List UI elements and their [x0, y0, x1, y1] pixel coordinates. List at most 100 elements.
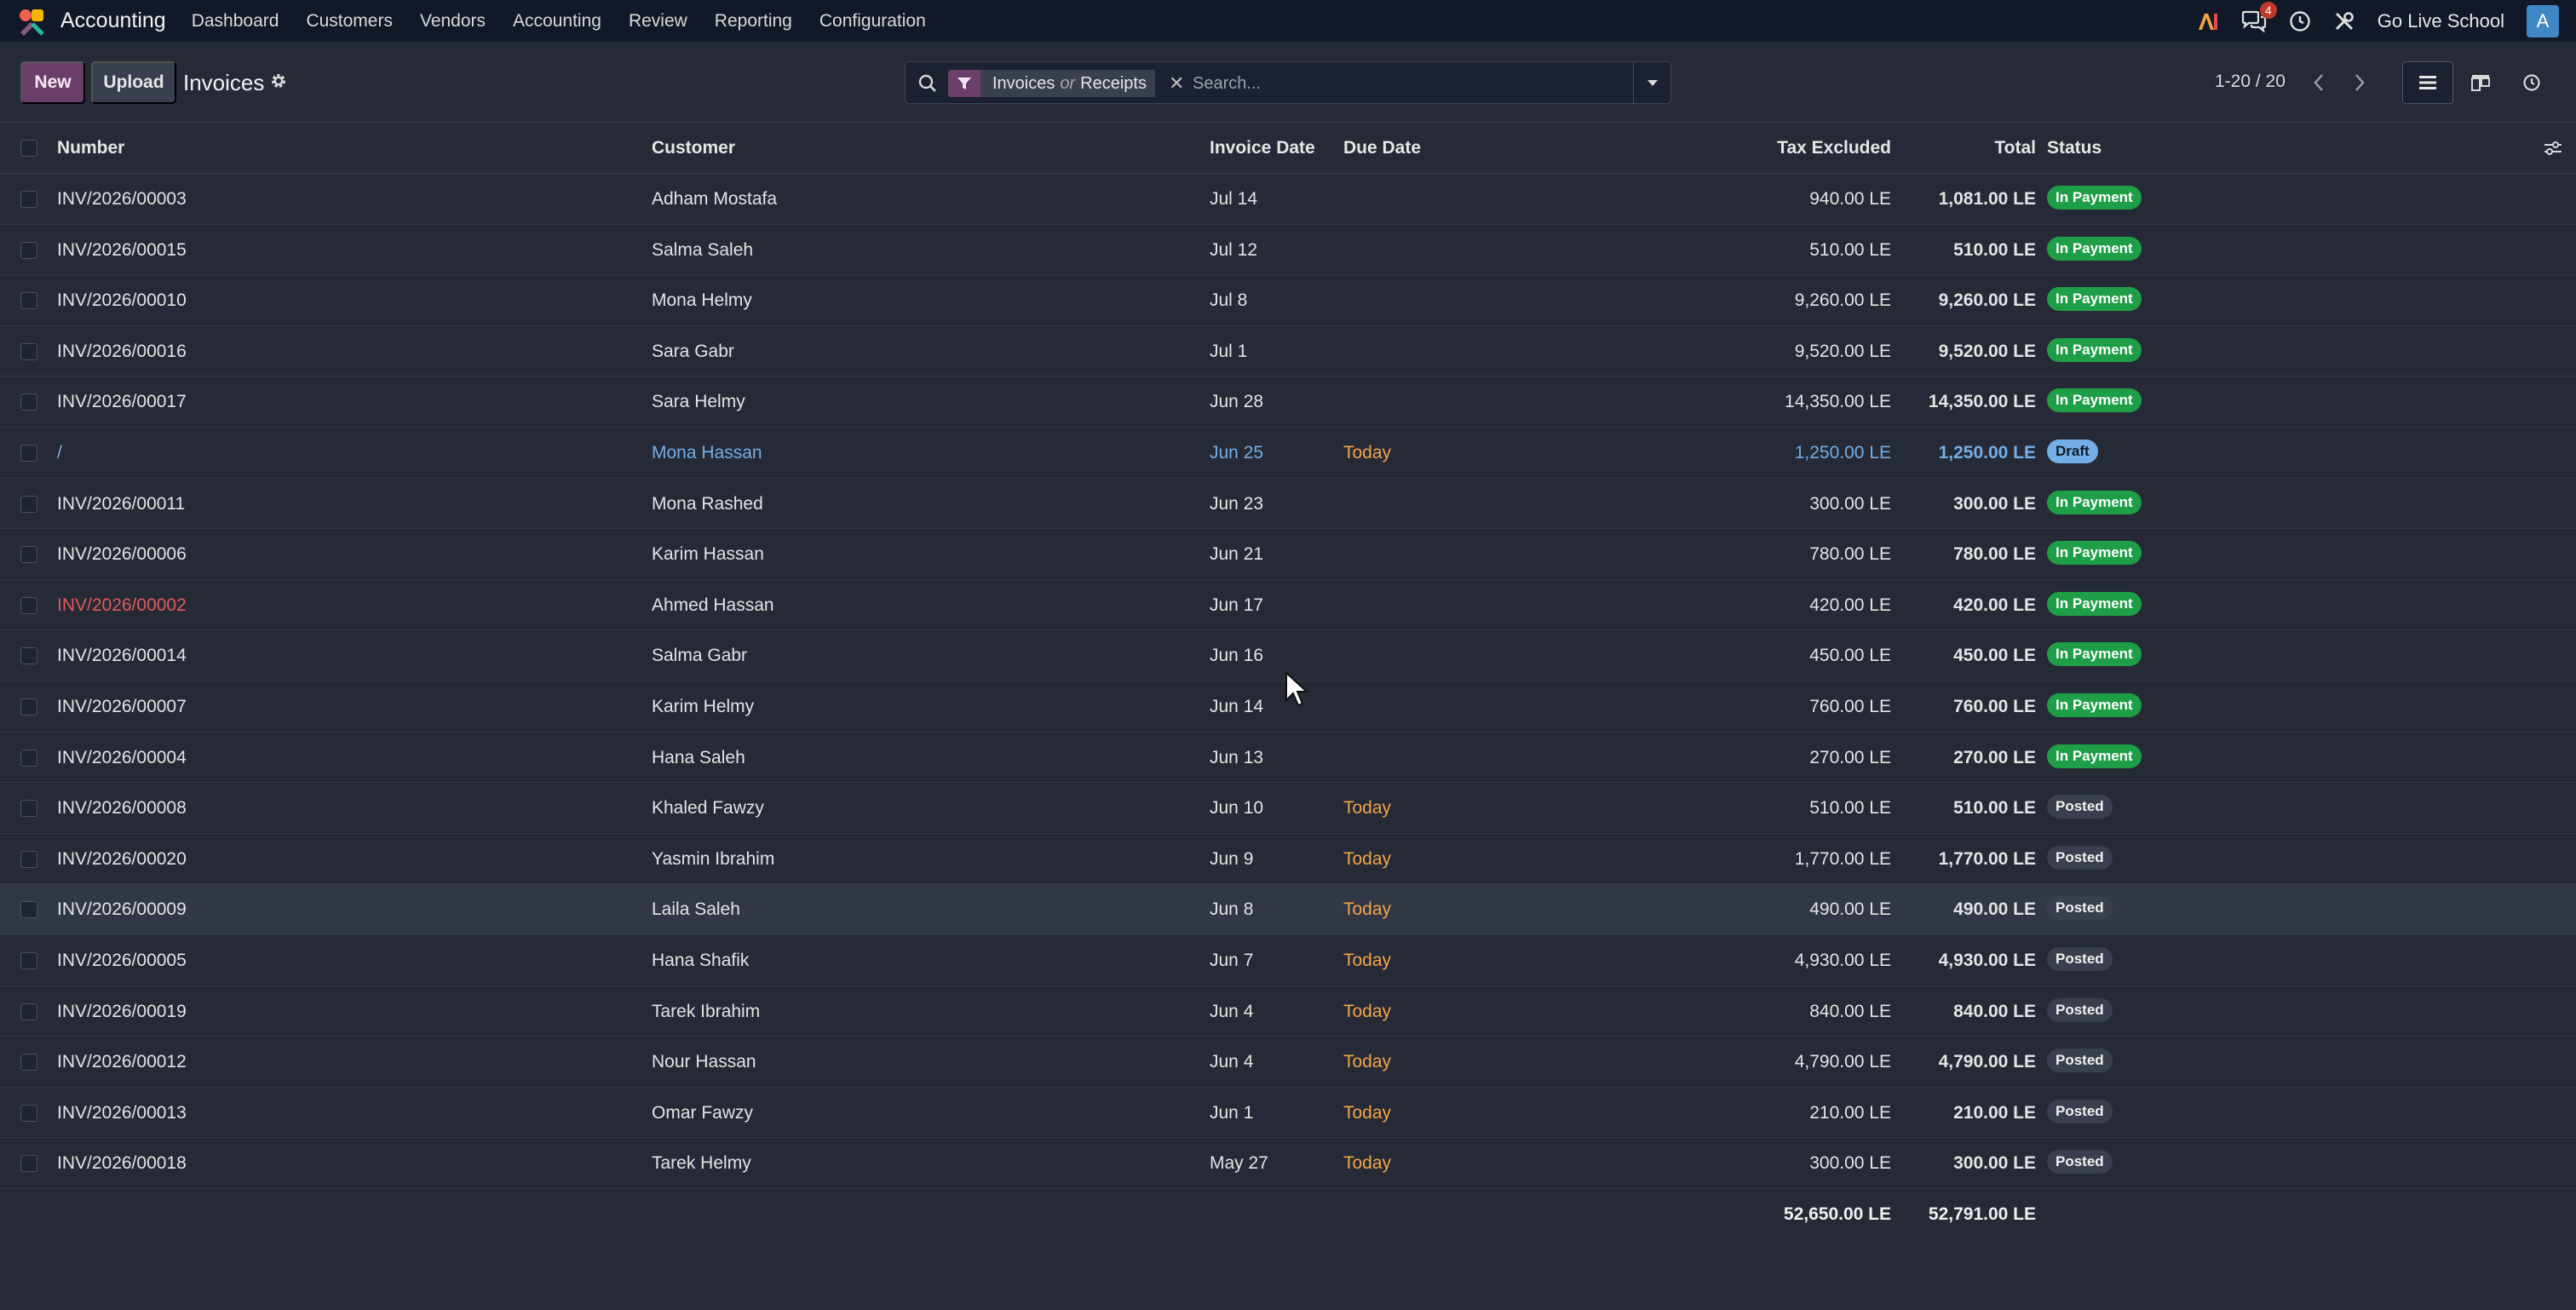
- invoice-date: Jun 13: [1210, 747, 1264, 767]
- col-status[interactable]: Status: [2047, 138, 2102, 158]
- row-checkbox[interactable]: [20, 901, 37, 919]
- customer-name: Mona Helmy: [652, 290, 752, 311]
- row-checkbox[interactable]: [20, 495, 37, 513]
- row-checkbox[interactable]: [20, 850, 37, 868]
- table-row[interactable]: INV/2026/00019 Tarek Ibrahim Jun 4 Today 840…: [0, 986, 2576, 1037]
- nav-configuration[interactable]: Configuration: [819, 11, 926, 32]
- invoice-date: Jun 16: [1210, 646, 1264, 666]
- pager-next-chevron-right-icon[interactable]: [2341, 63, 2378, 102]
- status-badge: In Payment: [2047, 642, 2142, 667]
- row-checkbox[interactable]: [20, 191, 37, 208]
- invoice-date: Jul 8: [1210, 290, 1248, 311]
- row-checkbox[interactable]: [20, 241, 37, 259]
- col-customer[interactable]: Customer: [652, 138, 735, 158]
- select-all-checkbox[interactable]: [20, 140, 37, 157]
- nav-dashboard[interactable]: Dashboard: [192, 11, 279, 32]
- col-due-date[interactable]: Due Date: [1343, 138, 1421, 158]
- app-name[interactable]: Accounting: [60, 9, 166, 33]
- invoice-number: INV/2026/00005: [57, 950, 187, 970]
- pager-value[interactable]: 1-20 / 20: [2215, 72, 2286, 92]
- gear-icon[interactable]: [269, 72, 288, 95]
- nav-vendors[interactable]: Vendors: [420, 11, 486, 32]
- optional-columns-sliders-icon[interactable]: [2544, 140, 2562, 162]
- col-tax-excluded[interactable]: Tax Excluded: [1777, 138, 1891, 158]
- table-row[interactable]: INV/2026/00005 Hana Shafik Jun 7 Today 4,930…: [0, 935, 2576, 986]
- customer-name: Sara Helmy: [652, 392, 745, 412]
- company-switcher[interactable]: Go Live School: [2378, 10, 2504, 32]
- total-amount: 52,791.00 LE: [1928, 1204, 2036, 1224]
- user-avatar[interactable]: A: [2527, 5, 2559, 37]
- table-row[interactable]: INV/2026/00012 Nour Hassan Jun 4 Today 4,790…: [0, 1037, 2576, 1088]
- list-view-icon[interactable]: [2402, 61, 2453, 104]
- row-checkbox[interactable]: [20, 800, 37, 818]
- due-date: Today: [1343, 950, 1392, 970]
- tax-excluded: 510.00 LE: [1809, 798, 1891, 819]
- table-row[interactable]: INV/2026/00011 Mona Rashed Jun 23 300.00 LE…: [0, 479, 2576, 530]
- table-row[interactable]: INV/2026/00020 Yasmin Ibrahim Jun 9 Today 1,…: [0, 834, 2576, 885]
- table-row[interactable]: INV/2026/00006 Karim Hassan Jun 21 780.00 L…: [0, 529, 2576, 580]
- table-row[interactable]: INV/2026/00003 Adham Mostafa Jul 14 940.00 …: [0, 174, 2576, 225]
- row-checkbox[interactable]: [20, 1104, 37, 1122]
- pager-previous-chevron-left-icon[interactable]: [2300, 63, 2337, 102]
- row-checkbox[interactable]: [20, 1155, 37, 1173]
- table-row[interactable]: INV/2026/00009 Laila Saleh Jun 8 Today 490.0…: [0, 884, 2576, 935]
- row-checkbox[interactable]: [20, 698, 37, 715]
- table-row[interactable]: INV/2026/00018 Tarek Helmy May 27 Today 300.…: [0, 1138, 2576, 1189]
- row-checkbox[interactable]: [20, 394, 37, 411]
- new-button[interactable]: New: [20, 61, 85, 104]
- col-invoice-date[interactable]: Invoice Date: [1210, 138, 1315, 158]
- total: 510.00 LE: [1953, 239, 2036, 260]
- chat-icon[interactable]: 4: [2241, 2, 2277, 32]
- customer-name: Adham Mostafa: [652, 189, 778, 209]
- row-checkbox[interactable]: [20, 647, 37, 665]
- activity-view-clock-icon[interactable]: [2506, 61, 2557, 104]
- status-badge: In Payment: [2047, 337, 2142, 362]
- status-badge: In Payment: [2047, 541, 2142, 566]
- nav-review[interactable]: Review: [629, 11, 687, 32]
- nav-customers[interactable]: Customers: [306, 11, 393, 32]
- search-input[interactable]: [1193, 70, 1601, 97]
- nav-reporting[interactable]: Reporting: [715, 11, 792, 32]
- filter-icon: [948, 70, 980, 97]
- row-checkbox[interactable]: [20, 342, 37, 360]
- table-row[interactable]: INV/2026/00002 Ahmed Hassan Jun 17 420.00 L…: [0, 580, 2576, 631]
- row-checkbox[interactable]: [20, 1003, 37, 1020]
- total: 4,790.00 LE: [1938, 1052, 2036, 1072]
- table-row[interactable]: INV/2026/00008 Khaled Fawzy Jun 10 Today 510…: [0, 783, 2576, 834]
- table-row[interactable]: INV/2026/00004 Hana Saleh Jun 13 270.00 LE 2…: [0, 733, 2576, 784]
- table-row[interactable]: / Mona Hassan Jun 25 Today 1,250.00 LE 1,250.…: [0, 428, 2576, 479]
- row-checkbox[interactable]: [20, 546, 37, 564]
- row-checkbox[interactable]: [20, 444, 37, 462]
- clock-icon[interactable]: [2289, 10, 2311, 32]
- total: 300.00 LE: [1953, 1153, 2036, 1174]
- customer-name: Tarek Helmy: [652, 1153, 751, 1174]
- tools-icon[interactable]: [2333, 10, 2355, 32]
- table-row[interactable]: INV/2026/00016 Sara Gabr Jul 1 9,520.00 LE 9…: [0, 326, 2576, 377]
- table-row[interactable]: INV/2026/00015 Salma Saleh Jul 12 510.00 LE…: [0, 225, 2576, 276]
- status-badge: In Payment: [2047, 692, 2142, 717]
- remove-facet-close-icon[interactable]: ✕: [1154, 70, 1195, 97]
- table-row[interactable]: INV/2026/00013 Omar Fawzy Jun 1 Today 210.00…: [0, 1088, 2576, 1139]
- due-date: Today: [1343, 1001, 1392, 1021]
- invoice-number: INV/2026/00014: [57, 646, 187, 666]
- search-icon[interactable]: [917, 73, 938, 98]
- kanban-view-icon[interactable]: [2455, 61, 2506, 104]
- row-checkbox[interactable]: [20, 1054, 37, 1072]
- search-options-chevron-down-icon[interactable]: [1633, 62, 1670, 103]
- table-row[interactable]: INV/2026/00010 Mona Helmy Jul 8 9,260.00 LE…: [0, 275, 2576, 326]
- row-checkbox[interactable]: [20, 951, 37, 969]
- invoice-date: Jun 8: [1210, 899, 1254, 920]
- row-checkbox[interactable]: [20, 292, 37, 310]
- mouse-cursor-icon: [1285, 670, 1310, 711]
- ai-icon[interactable]: [2197, 11, 2219, 32]
- col-number[interactable]: Number: [57, 138, 124, 158]
- upload-button[interactable]: Upload: [91, 61, 176, 104]
- total: 1,770.00 LE: [1938, 848, 2036, 869]
- accounting-app-icon[interactable]: [17, 7, 46, 36]
- table-row[interactable]: INV/2026/00017 Sara Helmy Jun 28 14,350.00 …: [0, 376, 2576, 428]
- row-checkbox[interactable]: [20, 749, 37, 767]
- tax-excluded: 1,770.00 LE: [1794, 848, 1891, 869]
- nav-accounting[interactable]: Accounting: [513, 11, 601, 32]
- col-total[interactable]: Total: [1994, 138, 2036, 158]
- row-checkbox[interactable]: [20, 596, 37, 614]
